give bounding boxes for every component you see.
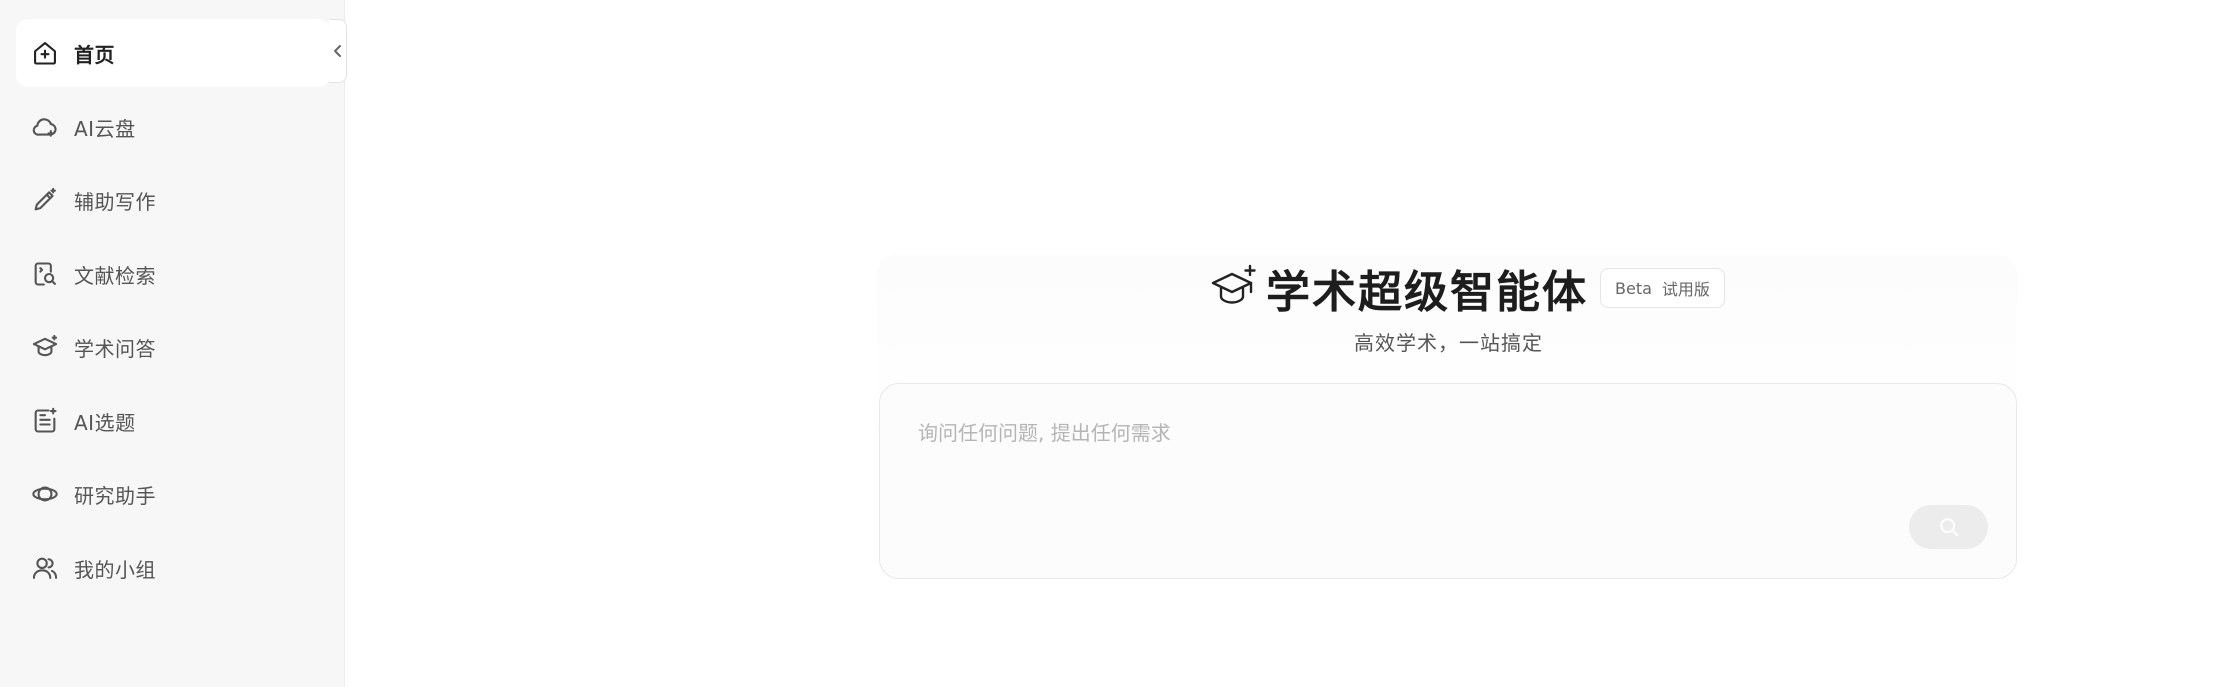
users-icon (30, 553, 60, 583)
hero-title-row: 学术超级智能体 Beta 试用版 (1210, 258, 1725, 318)
sidebar-item-label: 辅助写作 (74, 189, 156, 214)
planet-icon (30, 479, 60, 509)
sidebar-item-label: 学术问答 (74, 336, 156, 361)
sidebar-item-label: AI云盘 (74, 116, 136, 141)
sidebar-item-label: 首页 (74, 42, 115, 67)
home-icon (30, 38, 60, 68)
sidebar-item-writing[interactable]: 辅助写作 (16, 166, 330, 234)
query-box (879, 383, 2017, 579)
note-sparkle-icon (30, 406, 60, 436)
page-title: 学术超级智能体 (1266, 267, 1588, 318)
sidebar-item-my-group[interactable]: 我的小组 (16, 534, 330, 602)
beta-label: Beta (1615, 278, 1652, 298)
sidebar: 首页 AI云盘 辅助写作 文献检索 学术问答 AI选题 研究助手 我的小组 (0, 0, 345, 687)
graduation-cap-icon (30, 332, 60, 362)
sidebar-collapse-button[interactable] (329, 19, 347, 83)
graduation-cap-sparkle-icon (1210, 263, 1258, 313)
search-icon (1938, 516, 1960, 538)
sidebar-item-academic-qa[interactable]: 学术问答 (16, 313, 330, 381)
sidebar-item-label: AI选题 (74, 410, 136, 435)
page-subtitle: 高效学术，一站搞定 (1354, 331, 1543, 355)
sidebar-item-ai-cloud[interactable]: AI云盘 (16, 93, 330, 161)
sidebar-item-ai-topic[interactable]: AI选题 (16, 387, 330, 455)
sidebar-item-label: 研究助手 (74, 483, 156, 508)
app-root: 首页 AI云盘 辅助写作 文献检索 学术问答 AI选题 研究助手 我的小组 学术… (0, 0, 2231, 687)
beta-badge: Beta 试用版 (1600, 268, 1725, 308)
trial-label: 试用版 (1661, 280, 1710, 299)
sidebar-item-home[interactable]: 首页 (16, 19, 330, 87)
pen-sparkle-icon (30, 185, 60, 215)
chevron-left-icon (332, 44, 344, 58)
document-search-icon (30, 259, 60, 289)
sidebar-item-label: 文献检索 (74, 263, 156, 288)
search-button[interactable] (1909, 505, 1988, 549)
query-input[interactable] (916, 412, 1980, 454)
sidebar-item-research-assistant[interactable]: 研究助手 (16, 460, 330, 528)
cloud-icon (30, 112, 60, 142)
sidebar-item-literature-search[interactable]: 文献检索 (16, 240, 330, 308)
sidebar-item-label: 我的小组 (74, 557, 156, 582)
